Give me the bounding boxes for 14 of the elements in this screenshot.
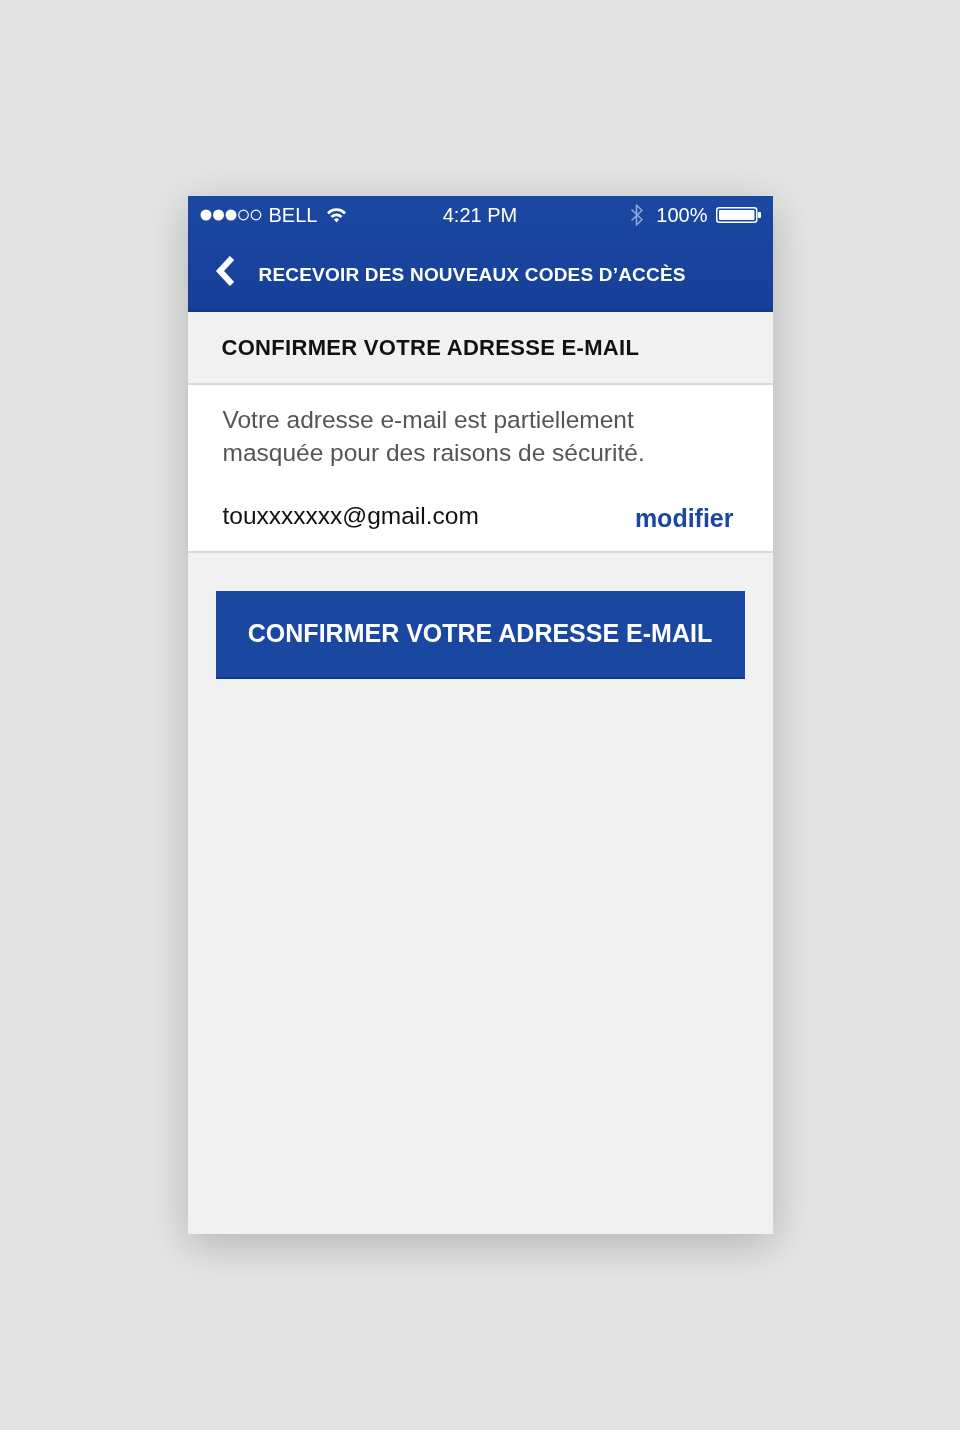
nav-title: RECEVOIR DES NOUVEAUX CODES D’ACCÈS	[258, 264, 686, 284]
bluetooth-icon	[630, 203, 645, 227]
edit-link[interactable]: modifier	[634, 505, 734, 531]
email-address: touxxxxxxx@gmail.com	[222, 503, 479, 529]
battery-icon	[715, 207, 761, 223]
wifi-icon	[326, 207, 348, 223]
section-heading: CONFIRMER VOTRE ADRESSE E-MAIL	[221, 336, 640, 359]
status-time: 4:21 PM	[442, 205, 518, 225]
signal-strength-icon	[199, 209, 262, 221]
battery-percentage: 100%	[656, 205, 708, 225]
confirm-email-button[interactable]: CONFIRMER VOTRE ADRESSE E-MAIL	[215, 591, 745, 679]
description-text: Votre adresse e-mail est partiellement masquée pour des raisons de sécurité.	[222, 405, 646, 468]
back-icon[interactable]	[214, 256, 237, 286]
carrier-name: BELL	[268, 205, 318, 225]
